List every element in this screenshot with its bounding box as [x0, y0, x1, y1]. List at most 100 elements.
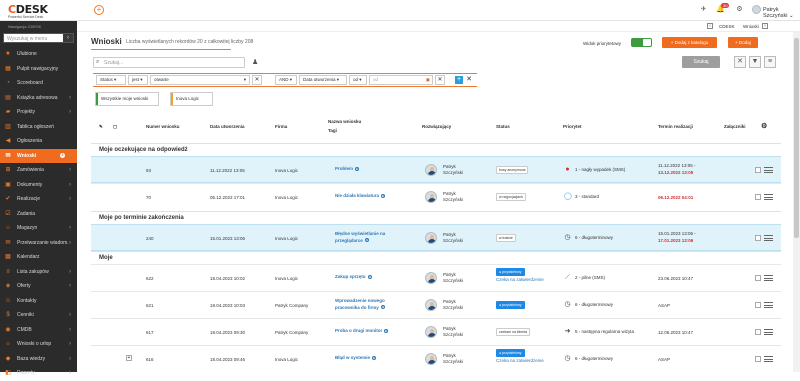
expand-row-button[interactable]: + [126, 355, 132, 361]
col-tags[interactable]: Tagi [328, 128, 337, 133]
request-number[interactable]: 622 [146, 276, 154, 281]
breadcrumb-item[interactable]: Wnioski [743, 24, 759, 29]
sidebar-item-magazyn[interactable]: ⌂ Magazyn › [0, 221, 77, 236]
table-row[interactable]: 622 18.04.2023 10:02 Inova Logic Zakup sprz… [91, 264, 781, 291]
clear-filters-button[interactable]: ✕ [734, 56, 746, 68]
row-checkbox[interactable] [755, 235, 761, 241]
rocket-icon[interactable]: ✈ [699, 5, 708, 14]
sidebar-item-oferty[interactable]: ◈ Oferty › [0, 279, 77, 294]
table-row[interactable]: 617 18.04.2023 09:30 Patryk Company Proba o… [91, 318, 781, 345]
row-menu-icon[interactable] [764, 194, 773, 200]
sidebar-item-książka-adresowa[interactable]: ▤ Książka adresowa › [0, 91, 77, 106]
search-button[interactable]: Szukaj [682, 56, 720, 68]
add-from-catalog-button[interactable]: + Dodaj z katalogu [662, 37, 717, 48]
date-operator-select[interactable]: od ▾ [349, 75, 367, 85]
date-field-select[interactable]: Data utworzenia ▾ [299, 75, 347, 85]
sidebar-item-ogłoszenia[interactable]: ◀ Ogłoszenia [0, 134, 77, 149]
sidebar-item-ulubione[interactable]: ★ Ulubione [0, 47, 77, 62]
table-row[interactable]: 621 18.04.2023 10:03 Patryk Company Wprowad… [91, 291, 781, 318]
priority-view-toggle[interactable] [631, 38, 652, 47]
user-filter-icon[interactable]: ♟ [252, 58, 258, 66]
row-checkbox[interactable] [755, 302, 761, 308]
sidebar-item-zadania[interactable]: ☑ Zadania [0, 207, 77, 222]
sidebar-item-zamówienia[interactable]: ⊞ Zamówienia › [0, 163, 77, 178]
request-name-link[interactable]: Nie działa klawiatura? [335, 193, 407, 200]
table-row[interactable]: 70 05.12.2022 17:01 Inova Logic Nie działa … [91, 183, 781, 210]
row-checkbox[interactable] [755, 167, 761, 173]
request-number[interactable]: 617 [146, 330, 154, 335]
filter-operator-select[interactable]: jest ▾ [128, 75, 148, 85]
status-sub-link[interactable]: Czeka na zatwierdzenie [496, 358, 544, 364]
sidebar-toggle-icon[interactable]: ‹ [63, 34, 73, 42]
remove-filter-button[interactable]: ✕ [252, 75, 262, 85]
request-name-link[interactable]: Problem? [335, 166, 407, 173]
sidebar-item-wnioski[interactable]: ✉ Wnioski 4 › [0, 148, 77, 163]
col-company[interactable]: Firma [275, 124, 287, 129]
info-icon[interactable]: ? [355, 166, 360, 171]
col-solver[interactable]: Rozwiązujący [422, 124, 451, 129]
request-number[interactable]: 240 [146, 236, 154, 241]
sidebar-item-tablica-ogłoszeń[interactable]: ▥ Tablica ogłoszeń [0, 120, 77, 135]
info-icon[interactable]: ? [364, 238, 369, 243]
request-name-link[interactable]: Proba o drugi monitor? [335, 328, 407, 335]
request-name-link[interactable]: Błąd w systemie? [335, 355, 407, 362]
quick-add-button[interactable]: + [94, 5, 104, 15]
close-filters-button[interactable]: ✕ [465, 76, 473, 84]
request-name-link[interactable]: Błędne wyświetlanie na przeglądarce? [335, 231, 407, 244]
row-checkbox[interactable] [755, 329, 761, 335]
add-button[interactable]: + Dodaj [728, 37, 758, 48]
row-menu-icon[interactable] [764, 356, 773, 362]
col-created[interactable]: Data utworzenia [210, 124, 245, 129]
breadcrumb-home-icon[interactable]: ‹ [707, 23, 713, 29]
request-name-link[interactable]: Wprowadzenie nowego pracownika do firmy? [335, 298, 407, 311]
breadcrumb-next-icon[interactable]: › [762, 23, 768, 29]
logic-select[interactable]: AND ▾ [275, 75, 297, 85]
scrollbar-thumb[interactable] [794, 38, 799, 238]
row-checkbox[interactable] [755, 275, 761, 281]
remove-date-filter-button[interactable]: ✕ [435, 75, 445, 85]
saved-filter-my-requests[interactable]: Wszystkie moje wnioski [95, 92, 159, 106]
col-status[interactable]: Status [496, 124, 510, 129]
row-menu-icon[interactable] [764, 302, 773, 308]
filter-icon[interactable]: ▼ [749, 56, 761, 68]
row-checkbox-header[interactable]: ▢ [113, 124, 117, 130]
filter-value-select[interactable]: otwarte ▾ [150, 75, 250, 85]
edit-columns-icon[interactable]: ✎ [99, 124, 103, 130]
sidebar-item-dokumenty[interactable]: ▣ Dokumenty › [0, 178, 77, 193]
search-input[interactable]: ⌕ Szukaj... [93, 57, 245, 68]
sidebar-item-pulpit-nawigacyjny[interactable]: ▦ Pulpit nawigacyjny [0, 62, 77, 77]
info-icon[interactable]: ? [384, 328, 389, 333]
request-number[interactable]: 621 [146, 303, 154, 308]
sidebar-item-projekty[interactable]: ▰ Projekty › [0, 105, 77, 120]
sidebar-item-kontakty[interactable]: ☺ Kontakty [0, 294, 77, 309]
sidebar-item-wnioski-o-urlop[interactable]: ☼ Wnioski o urlop › [0, 337, 77, 352]
row-menu-icon[interactable] [764, 235, 773, 241]
status-sub-link[interactable]: Czeka na zatwierdzenie [496, 277, 544, 283]
scrollbar[interactable] [793, 32, 800, 372]
table-row[interactable]: +616 18.04.2023 09:46 Inova Logic Błąd w sy… [91, 345, 781, 372]
user-menu[interactable]: Patryk Szczyński ⌄ [763, 7, 800, 19]
row-menu-icon[interactable] [764, 329, 773, 335]
saved-filter-company[interactable]: Inova Logic [170, 92, 213, 106]
col-number[interactable]: Numer wniosku [146, 124, 180, 129]
add-filter-button[interactable]: + [455, 76, 463, 84]
request-number[interactable]: 93 [146, 168, 151, 173]
col-deadline[interactable]: Termin realizacji [658, 124, 693, 129]
sidebar-item-przetwarzanie-wiadom-[interactable]: ✉ Przetwarzanie wiadom. › [0, 236, 77, 251]
info-icon[interactable]: ? [381, 193, 386, 198]
sidebar-item-kalendarz[interactable]: ▦ Kalendarz [0, 250, 77, 265]
settings-icon[interactable]: ⚙ [735, 5, 744, 14]
sidebar-item-cmdb[interactable]: ◉ CMDB › [0, 323, 77, 338]
info-icon[interactable]: ? [380, 305, 385, 310]
info-icon[interactable]: ? [367, 274, 372, 279]
date-input[interactable]: od ▣ [369, 75, 433, 85]
sidebar-item-baza-wiedzy[interactable]: ◆ Baza wiedzy › [0, 352, 77, 367]
table-row[interactable]: 240 15.01.2023 13:06 Inova Logic Błędne wyś… [91, 224, 781, 251]
row-checkbox[interactable] [755, 356, 761, 362]
sidebar-item-raporty[interactable]: ◧ Raporty › [0, 366, 77, 381]
calendar-icon[interactable]: ▣ [426, 76, 430, 84]
breadcrumb-item[interactable]: CDESK [719, 24, 735, 29]
col-priority[interactable]: Priorytet [563, 124, 582, 129]
col-name[interactable]: Nazwa wniosku [328, 119, 361, 124]
sidebar-item-realizacje[interactable]: ✔ Realizacje › [0, 192, 77, 207]
